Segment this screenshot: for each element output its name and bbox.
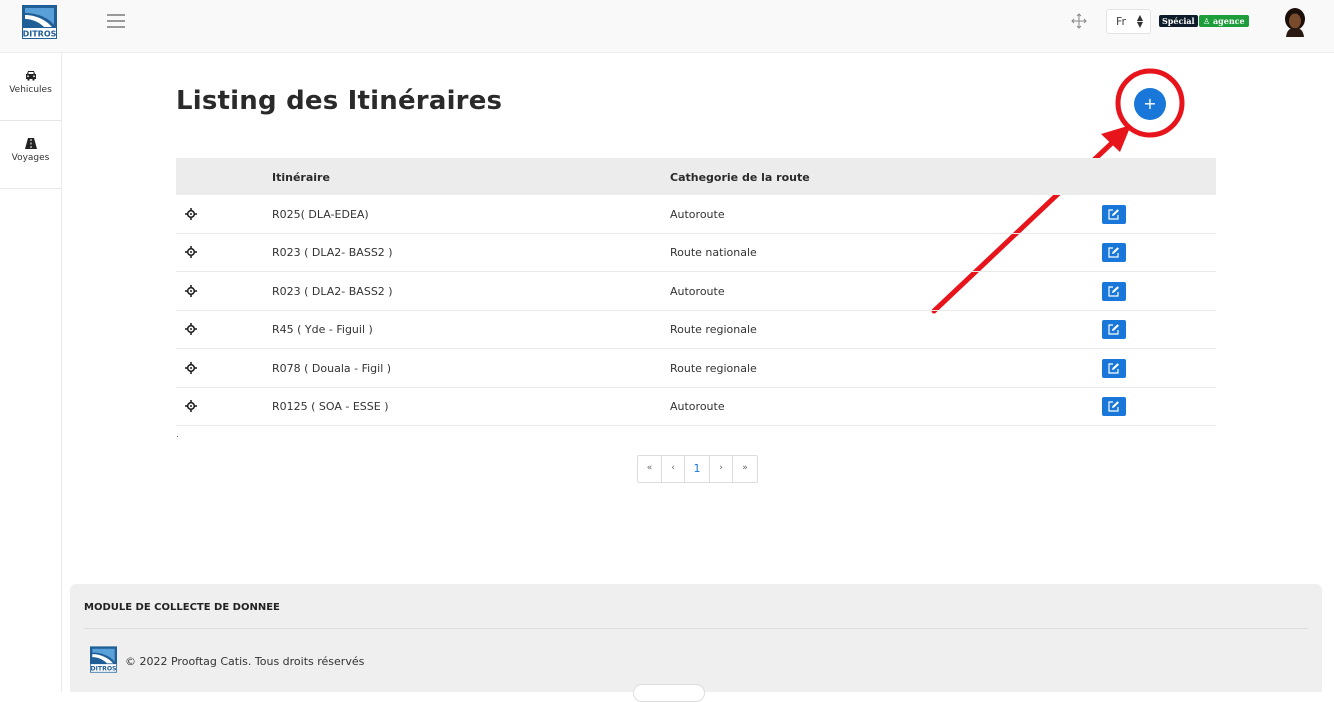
edit-button[interactable] <box>1102 243 1126 263</box>
table-header: Itinéraire Cathegorie de la route <box>176 158 1216 195</box>
agence-badge: ♙ agence <box>1199 15 1249 27</box>
menu-toggle-icon[interactable] <box>107 14 125 28</box>
top-bar: DITROS Fr ▲ ▼ Spécial ♙ agence <box>0 0 1334 53</box>
table-row: R078 ( Douala - Figil ) Route regionale <box>176 349 1216 388</box>
categorie-cell: Autoroute <box>670 208 725 221</box>
crosshair-icon[interactable] <box>185 361 197 374</box>
sidebar-item-label: Vehicules <box>9 85 52 95</box>
copyright-text: © 2022 Prooftag Catis. Tous droits réser… <box>125 655 365 668</box>
column-header-categorie: Cathegorie de la route <box>670 171 810 184</box>
edit-icon <box>1108 247 1119 258</box>
table-row: R023 ( DLA2- BASS2 ) Autoroute <box>176 272 1216 311</box>
add-itinerary-button[interactable]: + <box>1134 88 1166 120</box>
categorie-cell: Route nationale <box>670 246 757 260</box>
itineraire-cell: R0125 ( SOA - ESSE ) <box>272 400 389 413</box>
itineraire-cell: R025( DLA-EDEA) <box>272 208 369 221</box>
crosshair-icon[interactable] <box>185 208 197 220</box>
sidebar-item-voyages[interactable]: Voyages <box>0 121 61 189</box>
sidebar: Vehicules Voyages <box>0 53 62 692</box>
table-row: R0125 ( SOA - ESSE ) Autoroute <box>176 387 1216 426</box>
footer-divider <box>84 628 1308 629</box>
select-arrows-icon: ▲ ▼ <box>1136 13 1143 29</box>
edit-button[interactable] <box>1102 358 1126 378</box>
crosshair-icon[interactable] <box>185 400 197 412</box>
pagination: « ‹ 1 › » <box>637 455 758 483</box>
table-row: R023 ( DLA2- BASS2 ) Route nationale <box>176 233 1216 273</box>
agence-badge-label: agence <box>1212 16 1245 26</box>
edit-icon <box>1108 324 1119 335</box>
itineraire-cell: R45 ( Yde - Figuil ) <box>272 323 373 337</box>
language-select[interactable]: Fr ▲ ▼ <box>1106 9 1151 34</box>
crosshair-icon[interactable] <box>185 323 197 336</box>
edit-button[interactable] <box>1102 320 1126 340</box>
categorie-cell: Route regionale <box>670 361 757 375</box>
categorie-cell: Route regionale <box>670 323 757 337</box>
itineraire-cell: R023 ( DLA2- BASS2 ) <box>272 284 393 298</box>
sidebar-item-vehicules[interactable]: Vehicules <box>0 53 61 121</box>
page-title: Listing des Itinéraires <box>176 86 503 116</box>
footer-logo-text: DITROS <box>90 666 116 673</box>
special-badge: Spécial <box>1159 15 1198 27</box>
edit-icon <box>1108 285 1119 297</box>
pagination-first-button[interactable]: « <box>638 456 662 482</box>
pagination-last-button[interactable]: » <box>733 456 757 482</box>
language-value: Fr <box>1116 15 1127 28</box>
categorie-cell: Autoroute <box>670 400 725 413</box>
footer-ditros-logo: DITROS <box>90 646 117 673</box>
trailing-dot: . <box>176 430 179 440</box>
road-icon <box>24 138 37 149</box>
user-avatar[interactable] <box>1282 7 1308 37</box>
itineraire-cell: R023 ( DLA2- BASS2 ) <box>272 246 393 260</box>
user-outline-icon: ♙ <box>1203 17 1211 26</box>
edit-button[interactable] <box>1102 205 1126 224</box>
footer: MODULE DE COLLECTE DE DONNEE DITROS © 20… <box>70 584 1322 692</box>
edit-button[interactable] <box>1102 397 1126 416</box>
pagination-page-1[interactable]: 1 <box>685 456 710 482</box>
annotation-arrow-head <box>1101 125 1131 152</box>
edit-button[interactable] <box>1102 281 1126 301</box>
edit-icon <box>1108 209 1119 220</box>
column-header-itineraire: Itinéraire <box>272 171 330 184</box>
pagination-prev-button[interactable]: ‹ <box>662 456 685 482</box>
scroll-to-top-button[interactable] <box>633 684 705 702</box>
crosshair-icon[interactable] <box>185 246 197 259</box>
edit-icon <box>1108 401 1119 412</box>
ditros-logo[interactable]: DITROS <box>22 5 57 39</box>
car-icon <box>25 71 36 81</box>
itineraire-cell: R078 ( Douala - Figil ) <box>272 361 392 375</box>
sidebar-item-label: Voyages <box>11 153 50 163</box>
table-row: R45 ( Yde - Figuil ) Route regionale <box>176 310 1216 350</box>
crosshair-icon[interactable] <box>185 284 197 297</box>
edit-icon <box>1108 362 1119 374</box>
categorie-cell: Autoroute <box>670 284 725 298</box>
table-row: R025( DLA-EDEA) Autoroute <box>176 195 1216 234</box>
footer-title: MODULE DE COLLECTE DE DONNEE <box>84 602 280 613</box>
pagination-next-button[interactable]: › <box>710 456 733 482</box>
fullscreen-move-icon[interactable] <box>1071 13 1087 29</box>
logo-text: DITROS <box>23 30 57 39</box>
